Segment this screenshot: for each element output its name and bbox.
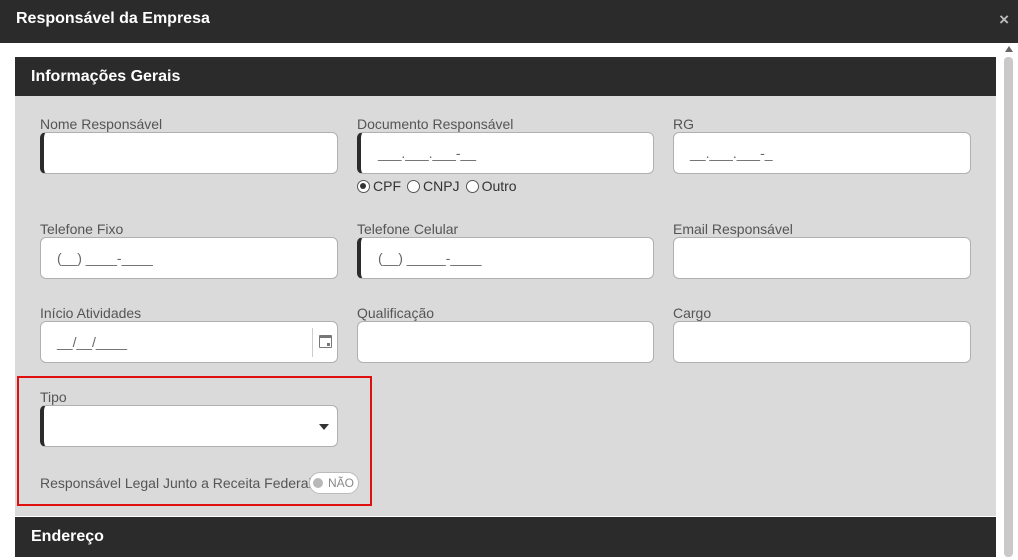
dialog-title: Responsável da Empresa: [16, 10, 210, 27]
email-label: Email Responsável: [673, 221, 793, 237]
inicio-atividades-mask: __/__/____: [57, 334, 128, 350]
rg-mask: __.___.___-_: [690, 145, 773, 161]
close-icon[interactable]: ×: [999, 11, 1009, 29]
telefone-celular-input[interactable]: (__) _____-____: [357, 237, 654, 279]
cargo-label: Cargo: [673, 305, 712, 321]
telefone-fixo-mask: (__) ____-____: [57, 250, 153, 266]
section-header-general: Informações Gerais: [15, 57, 996, 97]
documento-mask: ___.___.___-__: [378, 145, 477, 161]
radio-cnpj-circle[interactable]: [407, 179, 420, 193]
calendar-separator: [312, 328, 313, 357]
radio-outro-circle[interactable]: [465, 179, 479, 193]
chevron-down-icon[interactable]: [319, 424, 329, 430]
responsavel-legal-toggle[interactable]: NÃO: [309, 472, 359, 494]
qualificacao-input[interactable]: [357, 321, 654, 363]
scrollbar-thumb[interactable]: [1004, 57, 1013, 557]
rg-label: RG: [673, 116, 694, 132]
inicio-atividades-input[interactable]: __/__/____: [40, 321, 338, 363]
cargo-input[interactable]: [673, 321, 971, 363]
documento-label: Documento Responsável: [357, 116, 514, 132]
telefone-fixo-input[interactable]: (__) ____-____: [40, 237, 338, 279]
scroll-up-arrow-icon[interactable]: [1005, 46, 1013, 52]
telefone-celular-mask: (__) _____-____: [378, 250, 482, 266]
telefone-fixo-label: Telefone Fixo: [40, 221, 124, 237]
email-responsavel-input[interactable]: [673, 237, 971, 279]
vertical-scrollbar[interactable]: [1000, 43, 1018, 560]
telefone-celular-label: Telefone Celular: [357, 221, 459, 237]
inicio-atividades-label: Início Atividades: [40, 305, 142, 321]
radio-cpf-label: CPF: [373, 178, 401, 194]
dialog-titlebar: Responsável da Empresa ×: [0, 0, 1018, 43]
rg-input[interactable]: __.___.___-_: [673, 132, 971, 174]
radio-cpf-circle[interactable]: [357, 179, 370, 193]
radio-cnpj-label: CNPJ: [423, 178, 460, 194]
calendar-icon[interactable]: [319, 335, 332, 348]
tipo-label: Tipo: [40, 389, 67, 405]
qualificacao-label: Qualificação: [357, 305, 435, 321]
radio-outro-label: Outro: [481, 178, 517, 194]
nome-label: Nome Responsável: [40, 116, 163, 132]
radio-cnpj[interactable]: CNPJ: [407, 178, 460, 194]
nome-responsavel-input[interactable]: [40, 132, 338, 174]
responsavel-legal-label: Responsável Legal Junto a Receita Federa…: [40, 475, 312, 491]
toggle-state-text: NÃO: [328, 476, 355, 490]
toggle-knob[interactable]: [313, 478, 323, 488]
radio-cpf[interactable]: CPF: [357, 178, 401, 194]
radio-outro[interactable]: Outro: [465, 178, 517, 194]
document-type-radio-group: CPF CNPJ Outro: [357, 178, 523, 194]
tipo-select[interactable]: [40, 405, 338, 447]
section-header-address: Endereço: [15, 517, 996, 557]
documento-responsavel-input[interactable]: ___.___.___-__: [357, 132, 654, 174]
